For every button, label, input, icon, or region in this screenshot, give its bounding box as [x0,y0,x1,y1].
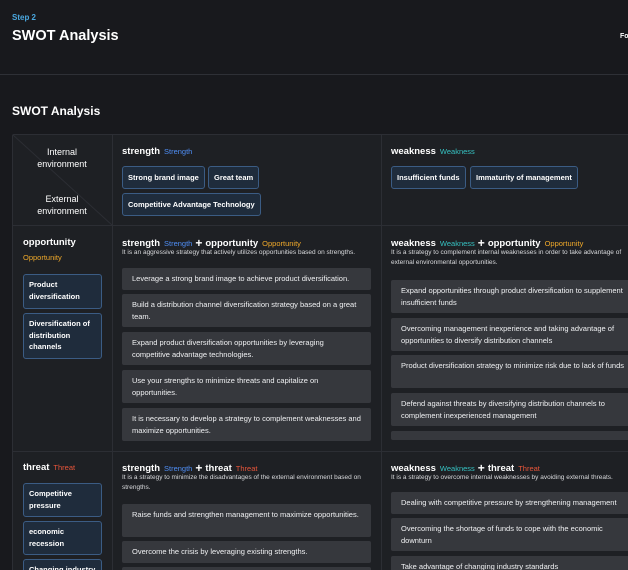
st-description: It is a strategy to minimize the disadva… [122,474,361,491]
so-strategy-item[interactable]: Build a distribution channel diversifica… [122,294,371,327]
divider [112,135,113,570]
wo-strategy-item[interactable]: Product diversification strategy to mini… [391,355,628,388]
threat-row-label: threat Threat [23,462,75,473]
threat-chip[interactable]: Competitive pressure [23,483,102,517]
wt-description: It is a strategy to overcome internal we… [391,474,613,481]
so-strategy-item[interactable]: Expand product diversification opportuni… [122,332,371,365]
threat-chip[interactable]: economic recession [23,521,102,555]
wo-strategy-item[interactable]: Overcoming management inexperience and t… [391,318,628,351]
wt-strategy-item[interactable]: Overcoming the shortage of funds to cope… [391,518,628,551]
top-bar: Step 2 SWOT Analysis Fo [0,0,628,75]
strength-tag: Strength [164,147,193,156]
weakness-tag: Weakness [439,147,475,156]
swot-board: Internal environment External environmen… [12,134,628,570]
strength-chip[interactable]: Strong brand image [122,166,205,189]
wo-strategy-item[interactable] [391,431,628,440]
section-title: SWOT Analysis [12,104,101,118]
wt-strategy-item[interactable]: Take advantage of changing industry stan… [391,556,628,570]
page-title: SWOT Analysis [12,28,119,44]
strength-label: strength [122,146,160,157]
internal-environment-label: Internal environment [37,147,87,169]
strength-header: strength Strength [122,146,192,157]
st-strength-tag: Strength [164,464,193,473]
opportunity-label: opportunity [23,237,76,248]
wo-weakness-tag: Weakness [439,239,475,248]
so-strategy-item[interactable]: It is necessary to develop a strategy to… [122,408,371,441]
wt-strategy-item[interactable]: Dealing with competitive pressure by str… [391,492,628,514]
threat-tag: Threat [53,463,76,472]
strength-chip[interactable]: Great team [208,166,260,189]
wo-description: It is a strategy to complement internal … [391,249,622,266]
external-environment-label: External environment [37,194,87,216]
weakness-label: weakness [391,146,436,157]
so-strategy-item[interactable]: Leverage a strong brand image to achieve… [122,268,371,290]
corner-link[interactable]: Fo [620,33,628,40]
divider [381,135,382,570]
so-description: It is an aggressive strategy that active… [122,249,356,256]
opportunity-chip[interactable]: Diversification of distribution channels [23,313,102,359]
weakness-chip[interactable]: Immaturity of management [470,166,578,189]
weakness-header: weakness Weakness [391,146,475,157]
st-strategy-item[interactable]: Raise funds and strengthen management to… [122,504,371,537]
divider [13,225,628,226]
so-opportunity-tag: Opportunity [262,239,301,248]
wt-threat-tag: Threat [518,464,540,473]
so-strength-tag: Strength [164,239,193,248]
opportunity-tag: Opportunity [23,253,62,262]
weakness-chip[interactable]: Insufficient funds [391,166,466,189]
threat-label: threat [23,462,50,473]
opportunity-chip[interactable]: Product diversification [23,274,102,309]
strength-chip[interactable]: Competitive Advantage Technology [122,193,261,216]
so-strategy-item[interactable]: Use your strengths to minimize threats a… [122,370,371,403]
wo-opportunity-tag: Opportunity [544,239,584,248]
step-label: Step 2 [12,13,37,22]
divider [13,451,628,452]
wo-strategy-item[interactable]: Defend against threats by diversifying d… [391,393,628,426]
threat-chip[interactable]: Changing industry [23,559,102,570]
st-threat-tag: Threat [235,464,258,473]
wt-weakness-tag: Weakness [439,464,475,473]
wo-strategy-item[interactable]: Expand opportunities through product div… [391,280,628,313]
st-strategy-item[interactable]: Overcome the crisis by leveraging existi… [122,541,371,563]
